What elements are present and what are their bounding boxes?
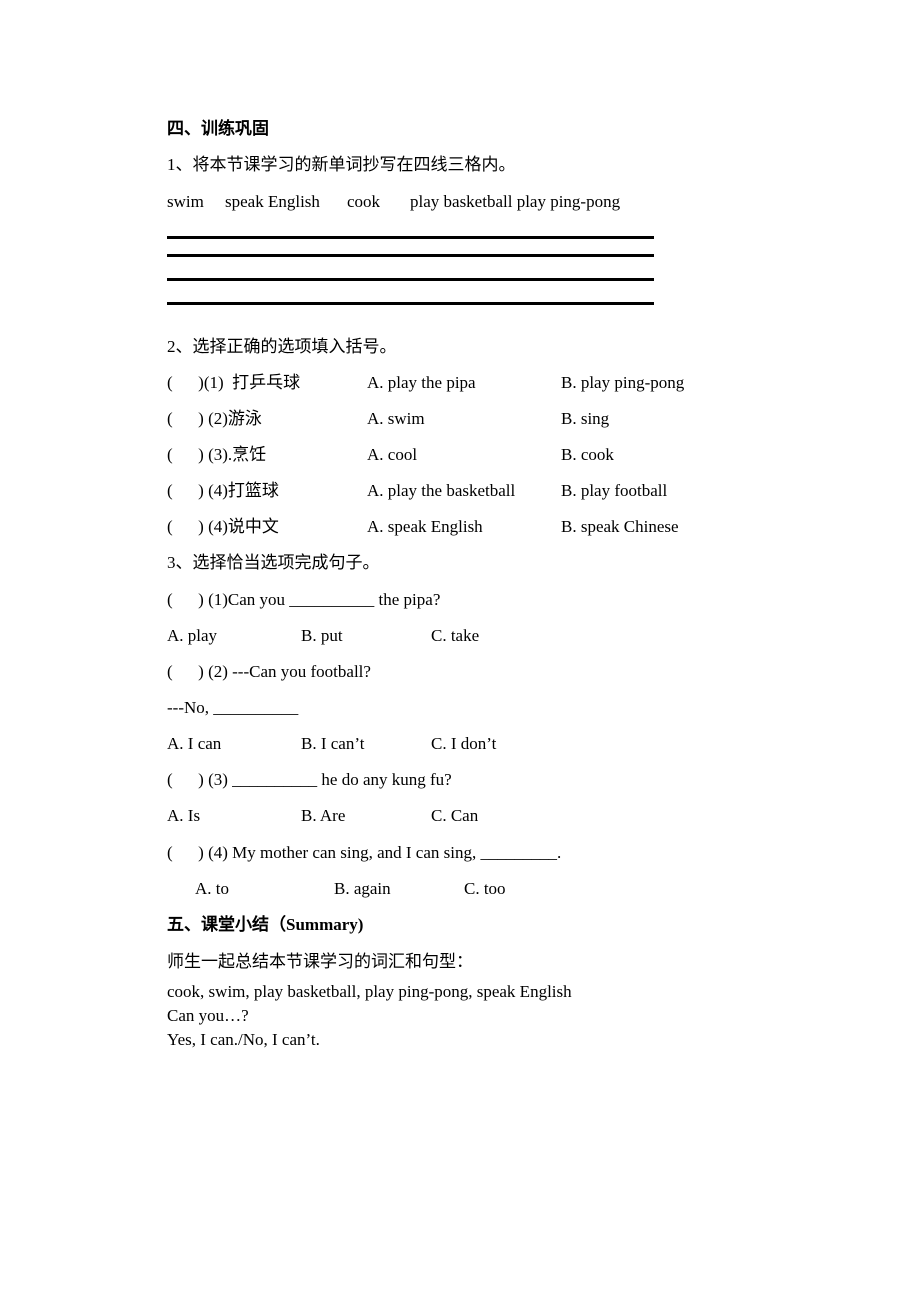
summary-pattern-question: Can you…? bbox=[167, 1006, 249, 1025]
q3-title: 3、选择恰当选项完成句子。 bbox=[167, 553, 380, 572]
option-b: B. speak Chinese bbox=[561, 517, 679, 536]
summary-pattern-answer: Yes, I can./No, I can’t. bbox=[167, 1030, 320, 1049]
grid-line bbox=[167, 278, 654, 281]
answer-blank-prompt: ( ) (2)游泳 bbox=[167, 409, 262, 428]
option-a: A. cool bbox=[367, 445, 418, 464]
option-c: C. I don’t bbox=[431, 734, 497, 753]
word-item: speak English bbox=[225, 192, 320, 211]
option-b: B. play football bbox=[561, 481, 668, 500]
answer-blank-prompt: ( ) (4)说中文 bbox=[167, 517, 279, 536]
section-5-heading: 五、课堂小结（Summary) bbox=[167, 915, 364, 934]
summary-intro: 师生一起总结本节课学习的词汇和句型： bbox=[167, 952, 473, 971]
question-reply: ---No, __________ bbox=[167, 698, 299, 717]
option-b: B. sing bbox=[561, 409, 610, 428]
question-stem: ( ) (3) __________ he do any kung fu? bbox=[167, 770, 452, 789]
word-item: swim bbox=[167, 192, 204, 211]
question-stem: ( ) (2) ---Can you football? bbox=[167, 662, 371, 681]
option-a: A. Is bbox=[167, 806, 201, 825]
option-a: A. play the pipa bbox=[367, 373, 476, 392]
option-a: A. speak English bbox=[367, 517, 483, 536]
option-c: C. take bbox=[431, 626, 480, 645]
grid-line bbox=[167, 302, 654, 305]
option-a: A. to bbox=[195, 879, 229, 898]
option-b: B. play ping-pong bbox=[561, 373, 685, 392]
option-b: B. I can’t bbox=[301, 734, 365, 753]
q1-title: 1、将本节课学习的新单词抄写在四线三格内。 bbox=[167, 155, 516, 174]
q2-title: 2、选择正确的选项填入括号。 bbox=[167, 337, 397, 356]
answer-blank-prompt: ( )(1) 打乒乓球 bbox=[167, 373, 301, 392]
summary-vocab: cook, swim, play basketball, play ping-p… bbox=[167, 982, 572, 1001]
answer-blank-prompt: ( ) (4)打篮球 bbox=[167, 481, 279, 500]
word-item: cook bbox=[347, 192, 381, 211]
option-a: A. I can bbox=[167, 734, 222, 753]
option-a: A. play bbox=[167, 626, 218, 645]
option-b: B. cook bbox=[561, 445, 614, 464]
option-c: C. too bbox=[464, 879, 506, 898]
grid-line bbox=[167, 254, 654, 257]
section-4-heading: 四、训练巩固 bbox=[167, 119, 269, 138]
question-stem: ( ) (1)Can you __________ the pipa? bbox=[167, 590, 441, 609]
answer-blank-prompt: ( ) (3).烹饪 bbox=[167, 445, 267, 464]
grid-line bbox=[167, 236, 654, 239]
question-stem: ( ) (4) My mother can sing, and I can si… bbox=[167, 843, 562, 862]
option-b: B. again bbox=[334, 879, 391, 898]
option-c: C. Can bbox=[431, 806, 479, 825]
option-a: A. swim bbox=[367, 409, 425, 428]
option-b: B. Are bbox=[301, 806, 346, 825]
option-a: A. play the basketball bbox=[367, 481, 516, 500]
option-b: B. put bbox=[301, 626, 343, 645]
word-item: play basketball play ping-pong bbox=[410, 192, 621, 211]
